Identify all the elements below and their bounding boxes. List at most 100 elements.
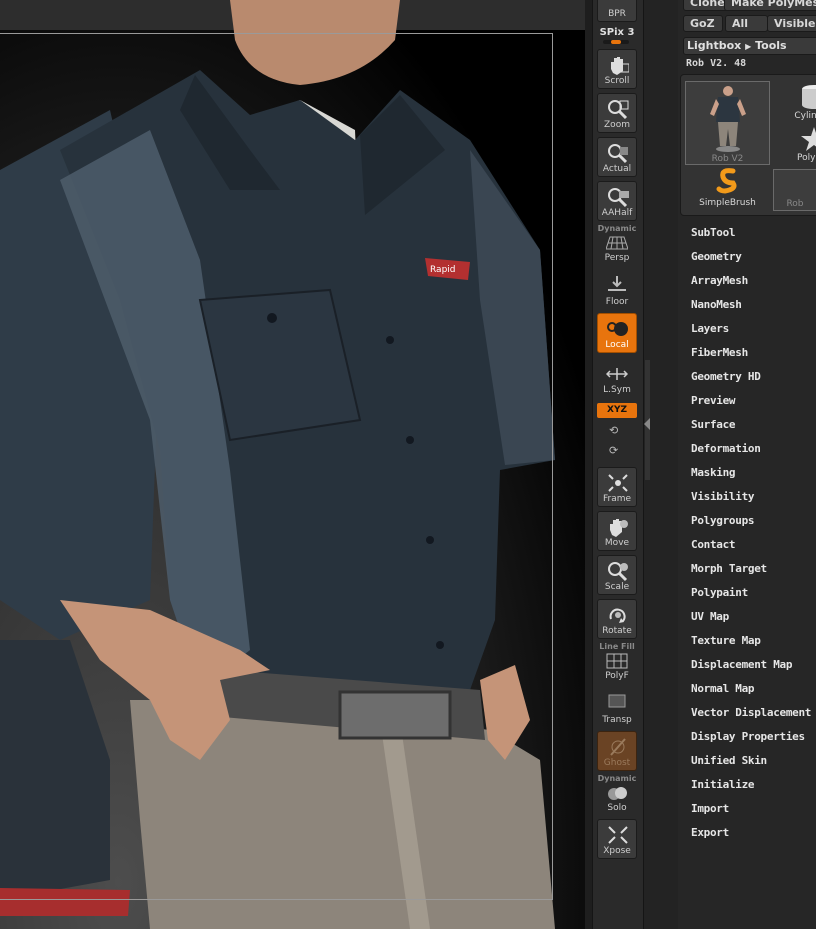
actual-button[interactable]: Actual (597, 137, 637, 177)
solo-icon (608, 787, 627, 800)
menu-displacement-map[interactable]: Displacement Map (691, 658, 816, 682)
bpr-button[interactable]: BPR (597, 0, 637, 22)
pants-logo-icon (0, 888, 130, 916)
tool-subpalette-list: SubTool Geometry ArrayMesh NanoMesh Laye… (691, 226, 816, 850)
solo-label: Solo (607, 803, 627, 813)
local-button[interactable]: Local (597, 313, 637, 353)
lsym-label: L.Sym (603, 385, 631, 395)
floor-button[interactable]: Floor (597, 269, 637, 309)
rotate-y-icon[interactable]: ⟲ (609, 424, 618, 437)
solo-top-label: Dynamic (597, 774, 637, 783)
panel-divider (644, 0, 678, 929)
hand-scroll-icon (611, 57, 629, 75)
make-polymesh-button[interactable]: Make PolyMesh3D (724, 0, 816, 11)
move-button[interactable]: Move (597, 511, 637, 551)
right-shelf: BPR SPix 3 Scroll Zoom Actual AAHalf Dyn… (592, 0, 644, 929)
scroll-button[interactable]: Scroll (597, 49, 637, 89)
menu-normal-map[interactable]: Normal Map (691, 682, 816, 706)
move-label: Move (604, 538, 630, 548)
local-label: Local (605, 340, 629, 350)
menu-contact[interactable]: Contact (691, 538, 816, 562)
menu-masking[interactable]: Masking (691, 466, 816, 490)
menu-uv-map[interactable]: UV Map (691, 610, 816, 634)
menu-deformation[interactable]: Deformation (691, 442, 816, 466)
scale-button[interactable]: Scale (597, 555, 637, 595)
menu-geometry-hd[interactable]: Geometry HD (691, 370, 816, 394)
menu-arraymesh[interactable]: ArrayMesh (691, 274, 816, 298)
tool-thumb-cylinder[interactable]: Cylinder (773, 81, 816, 121)
zoom-button[interactable]: Zoom (597, 93, 637, 133)
current-tool-name: Rob V2. 48 (686, 58, 747, 69)
menu-texture-map[interactable]: Texture Map (691, 634, 816, 658)
menu-layers[interactable]: Layers (691, 322, 816, 346)
polyframe-grid-icon (606, 653, 628, 669)
persp-top-label: Dynamic (597, 224, 637, 233)
visible-button[interactable]: Visible (767, 15, 816, 32)
menu-geometry[interactable]: Geometry (691, 250, 816, 274)
tool-thumb-rob-label: Rob (786, 199, 804, 209)
menu-export[interactable]: Export (691, 826, 816, 850)
menu-initialize[interactable]: Initialize (691, 778, 816, 802)
tool-thumb-polymesh-label: PolyMesh (797, 153, 816, 163)
svg-text:Rapid: Rapid (430, 265, 456, 275)
polyf-button[interactable]: Line Fill PolyF (597, 642, 637, 683)
model-render[interactable]: Rapid (0, 0, 585, 929)
collapse-arrow-icon[interactable] (644, 418, 650, 430)
lightbox-tools-button[interactable]: Lightbox ▶ Tools (683, 37, 816, 55)
spix-slider[interactable] (603, 40, 629, 44)
xpose-icon (608, 826, 628, 844)
persp-button[interactable]: Dynamic Persp (597, 224, 637, 265)
menu-preview[interactable]: Preview (691, 394, 816, 418)
xyz-button[interactable]: XYZ (597, 403, 637, 418)
goz-button[interactable]: GoZ (683, 15, 723, 32)
menu-morph-target[interactable]: Morph Target (691, 562, 816, 586)
simplebrush-icon (716, 168, 737, 194)
human-figure-icon (710, 86, 746, 152)
menu-unified-skin[interactable]: Unified Skin (691, 754, 816, 778)
frame-icon (608, 474, 628, 492)
aahalf-button[interactable]: AAHalf (597, 181, 637, 221)
lightbox-label: Lightbox (687, 39, 742, 52)
menu-display-properties[interactable]: Display Properties (691, 730, 816, 754)
perspective-grid-icon (606, 236, 628, 250)
rotate-z-icon[interactable]: ⟳ (609, 444, 618, 457)
hand-move-icon (610, 519, 628, 537)
tool-palette: Clone Make PolyMesh3D GoZ All Visible Li… (678, 0, 816, 929)
persp-label: Persp (604, 253, 630, 263)
menu-visibility[interactable]: Visibility (691, 490, 816, 514)
xpose-button[interactable]: Xpose (597, 819, 637, 859)
menu-polygroups[interactable]: Polygroups (691, 514, 816, 538)
solo-button[interactable]: Dynamic Solo (597, 774, 637, 815)
menu-polypaint[interactable]: Polypaint (691, 586, 816, 610)
local-symmetry-icon (607, 322, 628, 336)
tool-thumb-rob-v2[interactable]: Rob V2 (685, 81, 770, 165)
menu-import[interactable]: Import (691, 802, 816, 826)
transp-button[interactable]: Transp (597, 687, 637, 727)
menu-fibermesh[interactable]: FiberMesh (691, 346, 816, 370)
scale-label: Scale (604, 582, 630, 592)
spix-slider-handle[interactable] (611, 40, 621, 44)
menu-surface[interactable]: Surface (691, 418, 816, 442)
tool-thumb-rob-v2-label: Rob V2 (711, 154, 744, 164)
all-button[interactable]: All (725, 15, 768, 32)
lsym-button[interactable]: L.Sym (597, 357, 637, 397)
rotate-button[interactable]: Rotate (597, 599, 637, 639)
transparency-icon (608, 694, 626, 708)
lsym-arrows-icon (606, 368, 628, 380)
tool-thumb-polymesh[interactable]: PolyMesh (773, 123, 816, 163)
menu-subtool[interactable]: SubTool (691, 226, 816, 250)
magnifier-aahalf-icon (608, 188, 629, 208)
canvas-viewport[interactable]: Rapid (0, 0, 592, 929)
ghost-button[interactable]: Ghost (597, 731, 637, 771)
menu-nanomesh[interactable]: NanoMesh (691, 298, 816, 322)
frame-button[interactable]: Frame (597, 467, 637, 507)
tool-thumb-cylinder-label: Cylinder (794, 111, 816, 121)
magnifier-zoom-icon (608, 100, 629, 120)
floor-icon (608, 276, 626, 291)
polyf-label: PolyF (605, 671, 629, 681)
rotate-label: Rotate (602, 626, 632, 636)
scroll-label: Scroll (604, 76, 630, 86)
clone-button[interactable]: Clone (683, 0, 729, 11)
menu-vector-displacement-map[interactable]: Vector Displacement Map (691, 706, 816, 730)
tool-thumb-rob[interactable]: Rob (773, 169, 816, 211)
